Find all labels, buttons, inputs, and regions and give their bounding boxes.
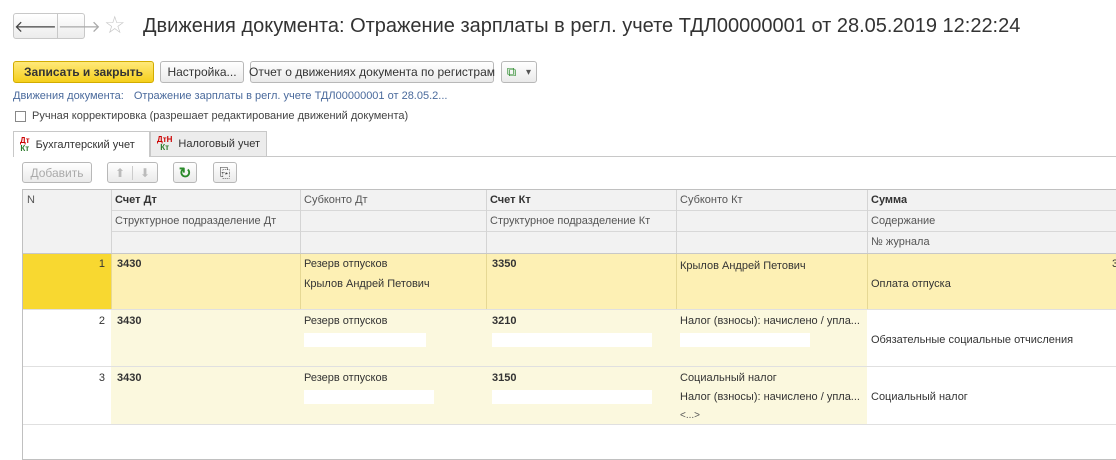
- forward-button[interactable]: 🡒: [56, 14, 101, 38]
- move-up-button[interactable]: ⬆: [108, 165, 133, 180]
- row-1-subkonto-kt-1: Крылов Андрей Петович: [680, 260, 806, 272]
- arrow-right-icon: 🡒: [57, 18, 101, 36]
- manual-correction-checkbox[interactable]: [15, 110, 26, 122]
- row-3-schet-dt: 3430: [117, 372, 142, 384]
- report-button[interactable]: Отчет о движениях документа по регистрам: [249, 61, 495, 83]
- back-button[interactable]: 🡐: [14, 14, 57, 38]
- export-icon: ⎘: [219, 164, 231, 180]
- col-schet-kt[interactable]: Счет Кт: [490, 194, 531, 206]
- row-3-subkonto-kt-2: Налог (взносы): начислено / упла...: [680, 391, 860, 403]
- row-1-summa: 3: [1112, 258, 1116, 270]
- tab-divider: [150, 156, 1116, 157]
- row-2-soderzhanie: Обязательные социальные отчисления: [871, 334, 1074, 346]
- row-1-subkonto-dt-1: Резерв отпусков: [304, 258, 388, 270]
- move-down-button[interactable]: ⬇: [133, 166, 157, 180]
- row-2-n: 2: [98, 315, 105, 327]
- row-3-subkonto-dt-1: Резерв отпусков: [304, 372, 388, 384]
- dt-kt-icon: Дт Кт: [20, 135, 30, 153]
- refresh-icon: ↻: [178, 164, 192, 182]
- row-3-n: 3: [98, 372, 105, 384]
- save-close-button[interactable]: Записать и закрыть: [13, 61, 154, 83]
- row-3-subkonto-kt-3: <...>: [680, 410, 701, 421]
- row-2-schet-dt: 3430: [117, 315, 142, 327]
- row-1-n: 1: [98, 258, 105, 270]
- movements-table: N Счет Дт Субконто Дт Счет Кт Субконто К…: [22, 189, 1116, 460]
- col-subkonto-dt[interactable]: Субконто Дт: [304, 194, 368, 206]
- settings-button[interactable]: Настройка...: [160, 61, 244, 83]
- row-1-subkonto-dt-2: Крылов Андрей Петович: [304, 278, 430, 290]
- dt-kt-tax-icon: ДтН Кт: [157, 135, 173, 152]
- extra-actions-button[interactable]: ⧉ ▾: [501, 61, 537, 83]
- row-2-schet-kt: 3210: [492, 315, 517, 327]
- col-schet-dt[interactable]: Счет Дт: [115, 194, 157, 206]
- col-n[interactable]: N: [27, 194, 35, 206]
- window-title: Движения документа: Отражение зарплаты в…: [143, 15, 1021, 37]
- row-3-schet-kt: 3150: [492, 372, 517, 384]
- row-3-subkonto-kt-1: Социальный налог: [680, 372, 777, 384]
- row-2-subkonto-dt-1: Резерв отпусков: [304, 315, 388, 327]
- document-link-row: Движения документа: Отражение зарплаты в …: [13, 90, 447, 102]
- row-1-soderzhanie: Оплата отпуска: [871, 278, 951, 290]
- col-subkonto-kt[interactable]: Субконто Кт: [680, 194, 743, 206]
- tab-tax[interactable]: ДтН Кт Налоговый учет: [150, 131, 267, 156]
- export-button[interactable]: ⎘: [213, 162, 237, 183]
- move-buttons: ⬆ ⬇: [107, 162, 158, 183]
- refresh-button[interactable]: ↻: [173, 162, 197, 183]
- tab-tax-label: Налоговый учет: [178, 138, 260, 150]
- document-link-label: Движения документа:: [13, 90, 124, 102]
- copy-icon: ⧉: [506, 64, 517, 79]
- row-1-schet-dt: 3430: [117, 258, 142, 270]
- arrow-left-icon: 🡐: [14, 18, 57, 36]
- manual-correction-label: Ручная корректировка (разрешает редактир…: [32, 110, 409, 122]
- favorite-star-icon[interactable]: ☆: [104, 14, 126, 38]
- row-3-soderzhanie: Социальный налог: [871, 391, 968, 403]
- col-summa[interactable]: Сумма: [871, 194, 907, 206]
- row-1-schet-kt: 3350: [492, 258, 517, 270]
- table-row[interactable]: [23, 254, 1116, 309]
- document-link[interactable]: Отражение зарплаты в регл. учете ТДЛ0000…: [134, 90, 448, 102]
- tab-accounting-label: Бухгалтерский учет: [35, 138, 135, 151]
- col-zhurnal[interactable]: № журнала: [871, 236, 930, 248]
- manual-correction-row: Ручная корректировка (разрешает редактир…: [15, 110, 408, 122]
- nav-buttons: 🡐 🡒: [13, 13, 101, 39]
- col-soderzhanie[interactable]: Содержание: [871, 215, 935, 227]
- col-podr-kt[interactable]: Структурное подразделение Кт: [490, 215, 650, 227]
- col-podr-dt[interactable]: Структурное подразделение Дт: [115, 215, 276, 227]
- chevron-down-icon: ▾: [526, 66, 532, 78]
- tab-accounting[interactable]: Дт Кт Бухгалтерский учет: [13, 131, 150, 157]
- add-button[interactable]: Добавить: [22, 162, 92, 183]
- row-2-subkonto-kt-1: Налог (взносы): начислено / упла...: [680, 315, 860, 327]
